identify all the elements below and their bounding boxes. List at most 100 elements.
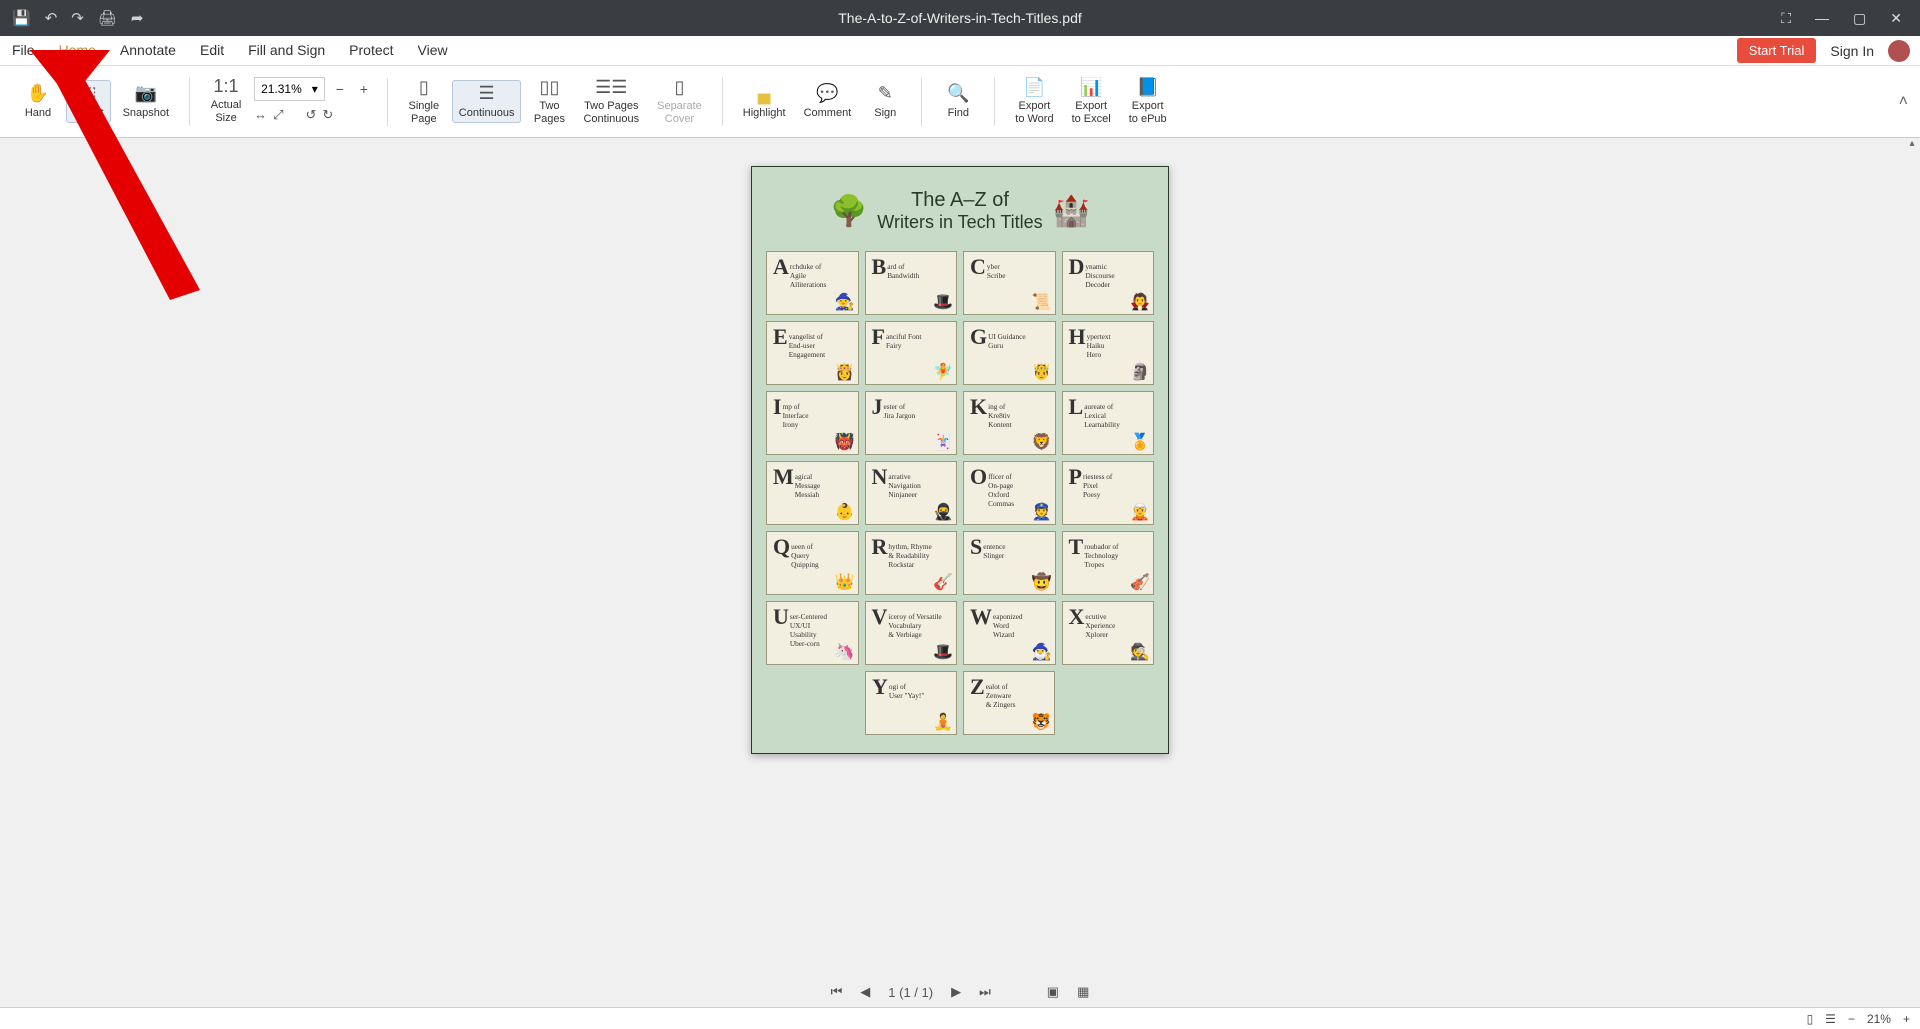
select-tool-button[interactable]: ⬚Select (66, 80, 111, 123)
fit-width-icon[interactable]: ↔ (254, 107, 267, 123)
rotate-right-icon[interactable]: ↻ (322, 107, 333, 123)
card-letter: K (970, 396, 987, 418)
sign-label: Sign (874, 107, 896, 120)
card-letter: C (970, 256, 986, 278)
first-page-button[interactable]: ⏮ (831, 984, 843, 1000)
fullscreen-icon[interactable]: ⛶ (1781, 10, 1791, 27)
zoom-in-button[interactable]: + (355, 81, 373, 97)
status-zoom-in[interactable]: + (1903, 1012, 1910, 1026)
prev-page-button[interactable]: ◀ (860, 984, 870, 1000)
poster-title-line1: The A–Z of (877, 189, 1042, 212)
save-icon[interactable]: 💾 (12, 9, 31, 27)
sign-button[interactable]: ✎Sign (863, 81, 907, 122)
alphabet-card-a: Archduke ofAgileAlliterations🧙 (766, 251, 859, 315)
card-text: ypertextHaikuHero (1087, 332, 1111, 359)
sign-in-button[interactable]: Sign In (1830, 43, 1874, 59)
highlight-button[interactable]: ▄Highlight (737, 81, 792, 122)
card-letter: O (970, 466, 987, 488)
card-text: anciful FontFairy (886, 332, 921, 350)
fit-page-icon[interactable]: ⤢ (273, 107, 283, 123)
card-emoji-icon: 👸 (835, 362, 855, 382)
card-text: ser-CenteredUX/UIUsabilityUber-corn (790, 612, 827, 648)
zoom-out-button[interactable]: − (331, 81, 349, 97)
rotate-left-icon[interactable]: ↺ (305, 107, 316, 123)
comment-button[interactable]: 💬Comment (798, 81, 858, 122)
menu-file[interactable]: File (10, 38, 37, 64)
card-letter: Z (970, 676, 985, 698)
actual-size-label: Actual Size (211, 99, 242, 125)
last-page-button[interactable]: ⏭ (979, 984, 991, 1000)
card-letter: G (970, 326, 987, 348)
menu-protect[interactable]: Protect (347, 38, 395, 64)
card-text: UI GuidanceGuru (988, 332, 1025, 350)
scroll-up-icon[interactable]: ▴ (1904, 138, 1920, 154)
zoom-dropdown[interactable]: 21.31% ▾ (254, 77, 325, 101)
alphabet-card-y: Yogi ofUser "Yay!"🧘 (865, 671, 957, 735)
avatar[interactable] (1888, 40, 1910, 62)
alphabet-card-z: Zealot ofZenware& Zingers🐯 (963, 671, 1055, 735)
pdf-page: 🌳 The A–Z of Writers in Tech Titles 🏰 Ar… (751, 166, 1169, 754)
single-page-button[interactable]: ▯Single Page (402, 75, 446, 129)
export-word-button[interactable]: 📄Export to Word (1009, 75, 1059, 129)
ribbon: ✋Hand ⬚Select 📷Snapshot 1:1Actual Size 2… (0, 66, 1920, 138)
card-text: iceroy of VersatileVocabulary& Verbiage (888, 612, 941, 639)
hand-tool-button[interactable]: ✋Hand (16, 81, 60, 122)
share-icon[interactable]: ➦ (131, 9, 144, 27)
alphabet-card-g: GUI GuidanceGuru🤴 (963, 321, 1056, 385)
card-letter: E (773, 326, 788, 348)
menu-home[interactable]: Home (57, 38, 98, 64)
two-pages-label: Two Pages (534, 100, 565, 126)
alphabet-card-u: User-CenteredUX/UIUsabilityUber-corn🦄 (766, 601, 859, 665)
card-text: agicalMessageMessiah (795, 472, 821, 499)
card-emoji-icon: 🧚 (933, 362, 953, 382)
redo-icon[interactable]: ↷ (71, 9, 84, 27)
alphabet-card-r: Rhythm, Rhyme& ReadabilityRockstar🎸 (865, 531, 958, 595)
menu-view[interactable]: View (416, 38, 450, 64)
card-emoji-icon: 🗿 (1130, 362, 1150, 382)
card-emoji-icon: 🃏 (933, 432, 953, 452)
actual-size-button[interactable]: 1:1Actual Size (204, 74, 248, 128)
chevron-down-icon[interactable]: ▾ (312, 82, 318, 96)
alphabet-card-f: Fanciful FontFairy🧚 (865, 321, 958, 385)
find-button[interactable]: 🔍Find (936, 81, 980, 122)
undo-icon[interactable]: ↶ (45, 9, 58, 27)
start-trial-button[interactable]: Start Trial (1737, 38, 1817, 63)
menu-annotate[interactable]: Annotate (118, 38, 178, 64)
separate-cover-button: ▯Separate Cover (651, 75, 708, 129)
card-text: mp ofInterfaceIrony (783, 402, 809, 429)
continuous-label: Continuous (459, 107, 515, 120)
minimize-icon[interactable]: — (1815, 10, 1829, 27)
next-page-button[interactable]: ▶ (951, 984, 961, 1000)
maximize-icon[interactable]: ▢ (1853, 10, 1866, 27)
card-text: ealot ofZenware& Zingers (986, 682, 1016, 709)
view-single-icon[interactable]: ▯ (1807, 1012, 1814, 1026)
collapse-ribbon-icon[interactable]: ˄ (1899, 93, 1908, 111)
view-continuous-icon[interactable]: ☰ (1825, 1012, 1836, 1026)
card-letter: P (1069, 466, 1082, 488)
continuous-button[interactable]: ☰Continuous (452, 80, 522, 123)
card-letter: H (1069, 326, 1086, 348)
menu-fill-and-sign[interactable]: Fill and Sign (246, 38, 327, 64)
page-layout-icon[interactable]: ▦ (1077, 984, 1089, 1000)
card-emoji-icon: 👑 (835, 572, 855, 592)
status-zoom-out[interactable]: − (1848, 1012, 1855, 1026)
document-viewer[interactable]: 🌳 The A–Z of Writers in Tech Titles 🏰 Ar… (0, 138, 1920, 1007)
export-epub-button[interactable]: 📘Export to ePub (1123, 75, 1173, 129)
close-icon[interactable]: ✕ (1890, 10, 1902, 27)
card-text: aureate ofLexicalLearnability (1084, 402, 1120, 429)
alphabet-card-s: SentenceSlinger🤠 (963, 531, 1056, 595)
alphabet-card-k: King ofKre8tivKontent🦁 (963, 391, 1056, 455)
card-emoji-icon: 🎩 (933, 292, 953, 312)
two-pages-button[interactable]: ▯▯Two Pages (527, 75, 571, 129)
vertical-scrollbar[interactable]: ▴ (1904, 138, 1920, 977)
export-excel-button[interactable]: 📊Export to Excel (1066, 75, 1117, 129)
two-pages-continuous-button[interactable]: ☰☰Two Pages Continuous (577, 75, 645, 129)
menu-edit[interactable]: Edit (198, 38, 226, 64)
card-text: riestess ofPixelPoesy (1083, 472, 1112, 499)
separate-cover-label: Separate Cover (657, 100, 702, 126)
print-icon[interactable]: 🖨 (98, 9, 117, 27)
snapshot-button[interactable]: 📷Snapshot (117, 81, 175, 122)
alphabet-card-q: Queen ofQueryQuipping👑 (766, 531, 859, 595)
card-letter: Y (872, 676, 888, 698)
page-fit-icon[interactable]: ▣ (1047, 984, 1059, 1000)
